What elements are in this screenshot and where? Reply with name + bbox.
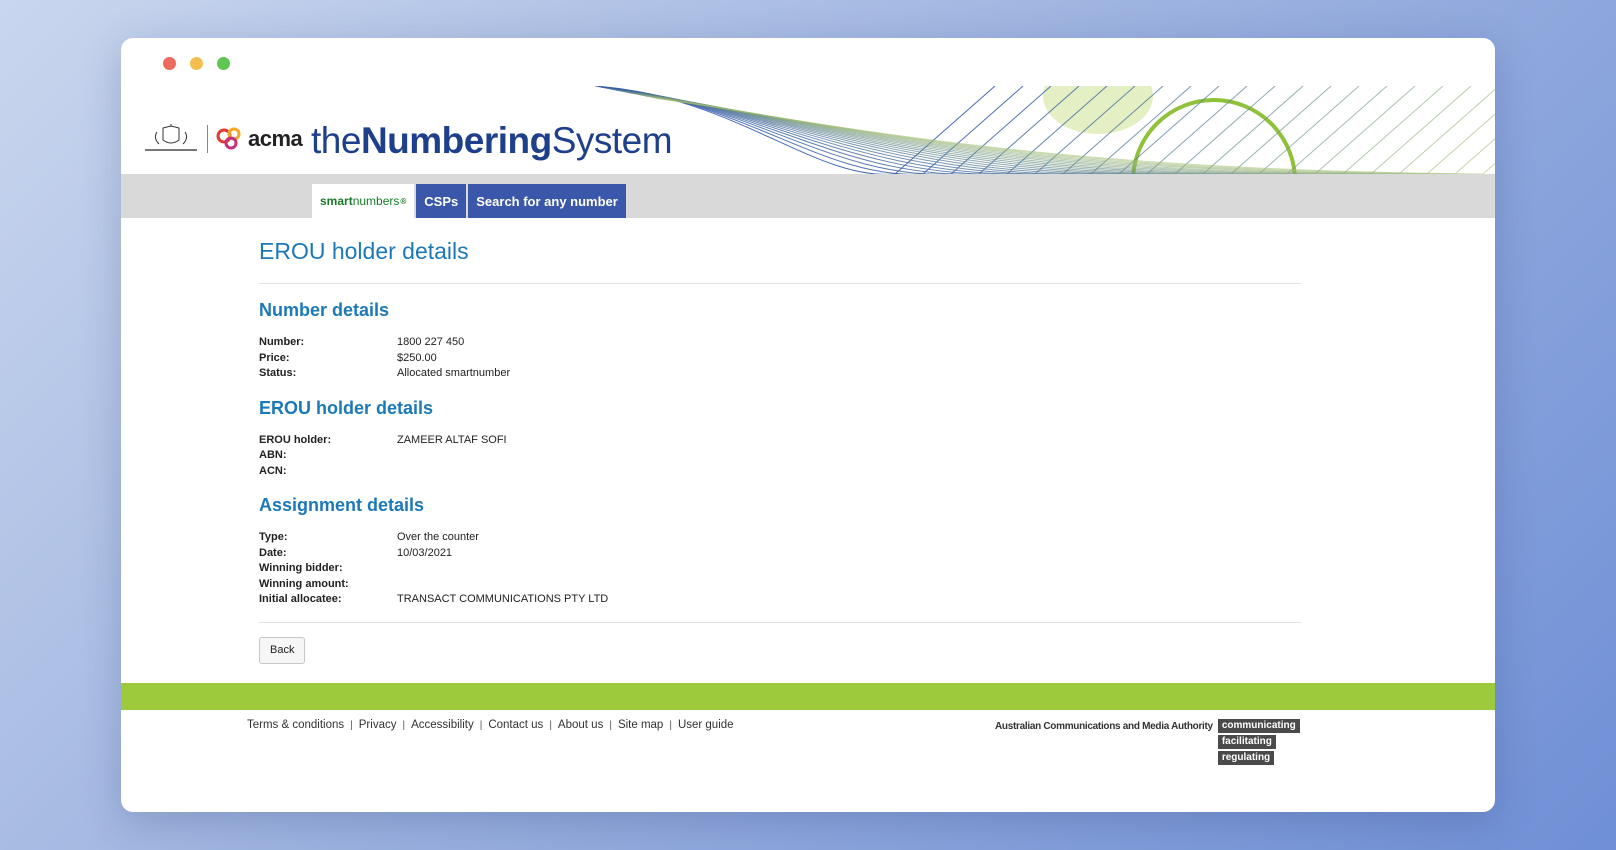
detail-value: ZAMEER ALTAF SOFI xyxy=(397,433,507,446)
detail-label: Type: xyxy=(259,531,288,543)
divider xyxy=(259,283,1301,284)
detail-row: Winning bidder: xyxy=(259,561,1301,577)
number-details-heading: Number details xyxy=(259,300,390,320)
site-title[interactable]: theNumberingSystem xyxy=(311,120,673,162)
wave-line xyxy=(642,86,1444,174)
window-controls xyxy=(163,57,230,70)
main-content: EROU holder details Number details Numbe… xyxy=(259,218,1301,664)
close-window-button[interactable] xyxy=(163,57,176,70)
footer-separator: | xyxy=(549,719,552,731)
wave-line xyxy=(633,86,1360,174)
detail-value: Allocated smartnumber xyxy=(397,367,511,379)
divider xyxy=(259,621,1301,623)
site-title-prefix: the xyxy=(311,120,361,161)
logo-group: acma xyxy=(143,124,303,154)
authority-tags: communicating facilitating regulating xyxy=(1217,719,1300,765)
detail-label: Status: xyxy=(259,367,297,379)
footer-green-bar xyxy=(121,683,1495,710)
assignment-details-list: Type: Over the counter Date: 10/03/2021 Wi… xyxy=(259,530,1301,608)
wave-line xyxy=(624,86,1276,174)
site-title-suffix: System xyxy=(551,120,673,161)
footer-link-terms[interactable]: Terms & conditions xyxy=(247,719,344,731)
nav-bar: smart numbers ® CSPs Search for any number xyxy=(121,174,1495,218)
number-details-list: Number: 1800 227 450 Price: $250.00 Status… xyxy=(259,335,1301,382)
site-title-bold: Numbering xyxy=(360,120,552,161)
detail-value: $250.00 xyxy=(397,351,437,364)
acma-logo-text: acma xyxy=(248,126,303,151)
wave-line xyxy=(639,86,1416,174)
footer-link-accessibility[interactable]: Accessibility xyxy=(411,719,474,731)
detail-row: Winning amount: xyxy=(259,577,1301,593)
detail-label: ABN: xyxy=(259,449,287,461)
detail-label: Price: xyxy=(259,351,290,364)
detail-label: Winning amount: xyxy=(259,577,349,590)
detail-row: Number: 1800 227 450 xyxy=(259,335,1301,351)
tab-smartnumbers-thin: numbers xyxy=(352,194,400,208)
detail-label: ACN: xyxy=(259,464,287,477)
detail-value: TRANSACT COMMUNICATIONS PTY LTD xyxy=(397,593,609,605)
tab-csps[interactable]: CSPs xyxy=(416,184,467,218)
authority-name: Australian Communications and Media Auth… xyxy=(995,721,1213,732)
detail-label: EROU holder: xyxy=(259,433,332,446)
back-button[interactable]: Back xyxy=(259,636,306,664)
detail-row: ABN: xyxy=(259,448,1301,464)
detail-label: Winning bidder: xyxy=(259,562,343,574)
detail-value: 10/03/2021 xyxy=(397,546,453,559)
logo-divider xyxy=(207,125,208,153)
footer-separator: | xyxy=(479,719,483,731)
acma-rings-icon xyxy=(216,127,241,150)
footer-link-contact[interactable]: Contact us xyxy=(488,719,543,731)
detail-row: ACN: xyxy=(259,464,1301,480)
detail-label: Initial allocatee: xyxy=(259,593,342,605)
page-title: EROU holder details xyxy=(259,238,469,264)
browser-window: acma theNumberingSystem smart numbers ® CS… xyxy=(121,38,1495,812)
footer-links: Terms & conditions | Privacy | Accessibi… xyxy=(247,719,734,731)
authority-branding: Australian Communications and Media Auth… xyxy=(995,719,1300,765)
coat-of-arms-icon[interactable] xyxy=(143,124,199,154)
site-header: acma theNumberingSystem xyxy=(121,38,1495,174)
assignment-details-heading: Assignment details xyxy=(259,495,425,515)
detail-row: Type: Over the counter xyxy=(259,530,1301,546)
footer-link-about[interactable]: About us xyxy=(558,719,603,731)
wave-banner-graphic xyxy=(595,86,1495,174)
detail-row: Date: 10/03/2021 xyxy=(259,546,1301,562)
tag-regulating: regulating xyxy=(1217,751,1275,765)
acma-logo-icon[interactable]: acma xyxy=(216,126,303,152)
detail-row: Initial allocatee: TRANSACT COMMUNICATION… xyxy=(259,592,1301,608)
maximize-window-button[interactable] xyxy=(217,57,230,70)
detail-row: EROU holder: ZAMEER ALTAF SOFI xyxy=(259,433,1301,449)
holder-details-list: EROU holder: ZAMEER ALTAF SOFI ABN: ACN: xyxy=(259,433,1301,480)
tab-smartnumbers-bold: smart xyxy=(320,194,353,208)
footer-separator: | xyxy=(402,719,406,731)
detail-row: Price: $250.00 xyxy=(259,351,1301,367)
footer-separator: | xyxy=(609,719,612,731)
registered-mark: ® xyxy=(400,196,407,206)
erou-holder-heading: EROU holder details xyxy=(259,397,434,418)
footer-link-privacy[interactable]: Privacy xyxy=(359,719,397,731)
footer-link-sitemap[interactable]: Site map xyxy=(618,719,663,731)
nav-tabs: smart numbers ® CSPs Search for any number xyxy=(312,184,626,218)
footer-separator: | xyxy=(350,719,353,731)
tag-facilitating: facilitating xyxy=(1217,735,1276,749)
footer-link-user-guide[interactable]: User guide xyxy=(678,719,734,731)
detail-label: Date: xyxy=(259,546,287,559)
minimize-window-button[interactable] xyxy=(190,57,203,70)
detail-label: Number: xyxy=(259,336,305,348)
detail-value: 1800 227 450 xyxy=(397,336,465,348)
tab-search-any-number[interactable]: Search for any number xyxy=(468,184,626,218)
detail-value: Over the counter xyxy=(397,531,479,543)
tab-smartnumbers[interactable]: smart numbers ® xyxy=(312,184,415,218)
tag-communicating: communicating xyxy=(1217,719,1300,733)
footer-separator: | xyxy=(669,719,672,731)
detail-row: Status: Allocated smartnumber xyxy=(259,366,1301,382)
